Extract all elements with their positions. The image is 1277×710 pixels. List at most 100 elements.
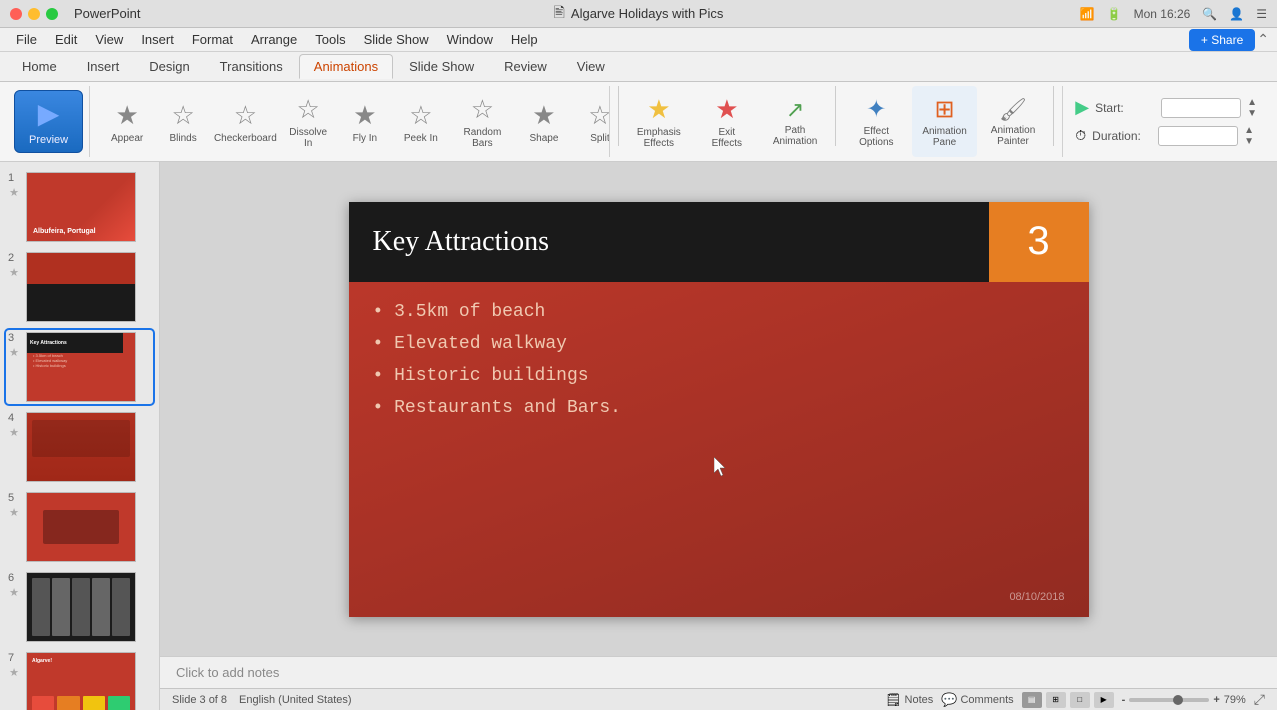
zoom-plus-button[interactable]: +	[1213, 694, 1219, 706]
menu-format[interactable]: Format	[184, 30, 241, 49]
slide-img-6	[26, 572, 136, 642]
battery-icon: 🔋	[1107, 7, 1122, 21]
slideshow-button[interactable]: ▶	[1094, 692, 1114, 708]
slide-thumb-6[interactable]: 6 ★	[6, 570, 153, 644]
user-icon[interactable]: 👤	[1229, 7, 1244, 21]
status-right: 🗒 Notes 💬 Comments ▤ ⊞ □ ▶ -	[885, 691, 1265, 708]
menu-file[interactable]: File	[8, 30, 45, 49]
anim-checkerboard[interactable]: ☆ Checkerboard	[212, 96, 278, 148]
titlebar-left: PowerPoint	[10, 6, 140, 21]
maximize-button[interactable]	[46, 8, 58, 20]
exit-effects-button[interactable]: ★ Exit Effects	[695, 86, 759, 157]
duration-stepper[interactable]: ▲▼	[1244, 125, 1254, 147]
slide-canvas[interactable]: Key Attractions 3 • 3.5km of beach • Ele…	[349, 202, 1089, 617]
notes-placeholder[interactable]: Click to add notes	[176, 665, 279, 680]
zoom-minus-button[interactable]: -	[1122, 694, 1126, 706]
share-button[interactable]: + Share	[1189, 29, 1255, 51]
traffic-lights[interactable]	[10, 8, 58, 20]
animation-painter-button[interactable]: 🖌 Animation Painter	[981, 86, 1045, 157]
start-input[interactable]	[1161, 98, 1241, 118]
slide-thumb-3[interactable]: 3 ★ Key Attractions • 3.5km of beach• El…	[6, 330, 153, 404]
search-icon[interactable]: 🔍	[1202, 7, 1217, 21]
bullet-3: • Historic buildings	[373, 366, 621, 386]
menu-tools[interactable]: Tools	[307, 30, 353, 49]
notes-button[interactable]: 🗒 Notes	[885, 692, 933, 708]
status-left: Slide 3 of 8 English (United States)	[172, 694, 352, 706]
slide-img-4	[26, 412, 136, 482]
tab-animations[interactable]: Animations	[299, 54, 393, 79]
slide-star-7: ★	[9, 666, 19, 679]
menu-edit[interactable]: Edit	[47, 30, 85, 49]
divider	[618, 86, 619, 146]
anim-flyin[interactable]: ★ Fly In	[338, 96, 392, 148]
anim-split[interactable]: ☆ Split	[573, 96, 610, 148]
slide-number-1: 1	[8, 172, 20, 184]
start-stepper-up[interactable]: ▲▼	[1247, 97, 1257, 119]
animation-pane-button[interactable]: ⊞ Animation Pane	[912, 86, 976, 157]
tab-view[interactable]: View	[563, 55, 619, 78]
anim-shape[interactable]: ★ Shape	[517, 96, 571, 148]
slide-star-6: ★	[9, 586, 19, 599]
anim-randombars[interactable]: ☆ Random Bars	[450, 90, 515, 153]
menu-slideshow[interactable]: Slide Show	[356, 30, 437, 49]
slide-star-3: ★	[9, 346, 19, 359]
notes-bar[interactable]: Click to add notes	[160, 656, 1277, 688]
start-label: Start:	[1095, 101, 1155, 115]
zoom-slider[interactable]	[1129, 698, 1209, 702]
slide-thumb-5[interactable]: 5 ★	[6, 490, 153, 564]
slide-thumb-7[interactable]: 7 ★ Algarve!	[6, 650, 153, 710]
slide-view[interactable]: Key Attractions 3 • 3.5km of beach • Ele…	[160, 162, 1277, 656]
slide-header: Key Attractions	[349, 202, 989, 282]
menu-insert[interactable]: Insert	[133, 30, 182, 49]
tab-insert[interactable]: Insert	[73, 55, 134, 78]
title-bar: PowerPoint 🖹 Algarve Holidays with Pics …	[0, 0, 1277, 28]
anim-blinds[interactable]: ☆ Blinds	[156, 96, 210, 148]
notes-label: Notes	[905, 694, 934, 706]
slide-thumb-2[interactable]: 2 ★	[6, 250, 153, 324]
normal-view-button[interactable]: ▤	[1022, 692, 1042, 708]
clock: Mon 16:26	[1134, 7, 1191, 21]
divider3	[1053, 86, 1054, 146]
effect-options-button[interactable]: ✦ Effect Options	[844, 86, 908, 157]
slide-number-box: 3	[989, 202, 1089, 282]
tab-slideshow[interactable]: Slide Show	[395, 55, 488, 78]
slide-thumb-1[interactable]: 1 ★ Albufeira, Portugal	[6, 170, 153, 244]
ribbon-tabs: Home Insert Design Transitions Animation…	[0, 52, 1277, 82]
slide-thumb-4[interactable]: 4 ★	[6, 410, 153, 484]
menu-help[interactable]: Help	[503, 30, 546, 49]
slide-sorter-button[interactable]: ⊞	[1046, 692, 1066, 708]
menu-arrange[interactable]: Arrange	[243, 30, 305, 49]
anim-dissolvein[interactable]: ☆ Dissolve In	[281, 90, 336, 153]
anim-appear[interactable]: ★ Appear	[100, 96, 154, 148]
emphasis-effects-button[interactable]: ★ Emphasis Effects	[627, 86, 691, 157]
comments-button[interactable]: 💬 Comments	[941, 692, 1013, 708]
preview-button[interactable]: ▶ Preview	[14, 90, 83, 153]
tab-design[interactable]: Design	[135, 55, 203, 78]
anim-peekin[interactable]: ☆ Peek In	[394, 96, 448, 148]
timing-controls: ▶ Start: ▲▼ ⏱ Duration: ▲▼	[1062, 86, 1269, 157]
comments-icon: 💬	[941, 692, 957, 708]
wifi-icon: 📶	[1080, 7, 1095, 21]
duration-input[interactable]	[1158, 126, 1238, 146]
collapse-ribbon-icon[interactable]: ⌃	[1257, 31, 1269, 48]
menu-bar: File Edit View Insert Format Arrange Too…	[0, 28, 1277, 52]
minimize-button[interactable]	[28, 8, 40, 20]
divider2	[835, 86, 836, 146]
fit-slide-button[interactable]: ⤢	[1254, 691, 1265, 708]
content-area: Key Attractions 3 • 3.5km of beach • Ele…	[160, 162, 1277, 710]
menu-icon[interactable]: ☰	[1256, 7, 1267, 21]
path-animation-button[interactable]: ↗ Path Animation	[763, 86, 827, 157]
close-button[interactable]	[10, 8, 22, 20]
slide-bullets: • 3.5km of beach • Elevated walkway • Hi…	[373, 302, 621, 430]
menu-view[interactable]: View	[87, 30, 131, 49]
animation-pane-icon: ⊞	[934, 95, 954, 124]
tab-transitions[interactable]: Transitions	[206, 55, 297, 78]
slide-number: 3	[1027, 219, 1049, 264]
app-name: PowerPoint	[74, 6, 140, 21]
menu-window[interactable]: Window	[439, 30, 501, 49]
tab-review[interactable]: Review	[490, 55, 561, 78]
reading-view-button[interactable]: □	[1070, 692, 1090, 708]
slide-star-5: ★	[9, 506, 19, 519]
tab-home[interactable]: Home	[8, 55, 71, 78]
zoom-thumb[interactable]	[1173, 695, 1183, 705]
